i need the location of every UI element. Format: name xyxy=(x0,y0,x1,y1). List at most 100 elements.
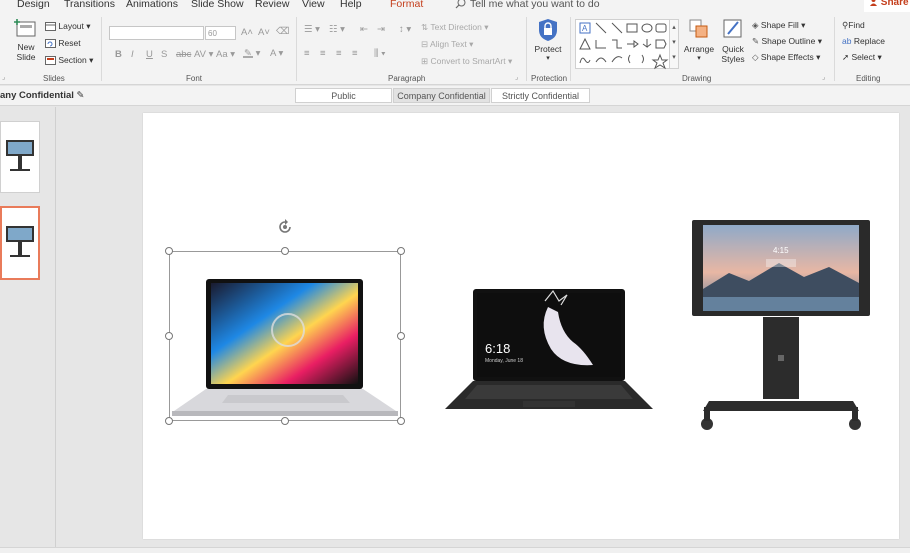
group-divider xyxy=(526,17,527,81)
replace-label: Replace xyxy=(853,36,886,46)
resize-handle-top-right[interactable] xyxy=(397,247,405,255)
person-share-icon xyxy=(870,0,877,6)
resize-handle-bottom-right[interactable] xyxy=(397,417,405,425)
quick-styles-icon xyxy=(723,19,742,38)
tab-transitions[interactable]: Transitions xyxy=(64,0,115,10)
line-spacing-icon[interactable]: ↕ ▾ xyxy=(399,24,411,35)
text-direction-button[interactable]: ⇅ Text Direction ▾ xyxy=(421,22,488,33)
reset-button[interactable]: Reset xyxy=(45,38,81,49)
sensitivity-public-button[interactable]: Public xyxy=(295,88,392,103)
pencil-edit-icon[interactable]: ✎ xyxy=(77,90,85,101)
rotate-handle-icon[interactable] xyxy=(276,218,294,236)
shape-effects-button[interactable]: ◇ Shape Effects ▾ xyxy=(752,52,820,63)
windows-logo-icon xyxy=(778,355,784,361)
protect-button[interactable]: Protect ▾ xyxy=(532,18,564,64)
surface-hub-display-image[interactable]: 4:15 xyxy=(689,219,874,439)
shape-outline-label: Shape Outline xyxy=(761,36,816,46)
sensitivity-strictly-confidential-button[interactable]: Strictly Confidential xyxy=(491,88,590,103)
section-label: Section xyxy=(58,55,87,65)
tab-animations[interactable]: Animations xyxy=(126,0,178,10)
tablet-clock-date: Monday, June 18 xyxy=(485,358,523,364)
slide-thumbnail-1[interactable] xyxy=(0,121,40,193)
clear-format-icon[interactable]: ⌫ xyxy=(276,26,289,37)
chevron-down-icon: ▾ xyxy=(697,55,701,62)
font-name-box[interactable] xyxy=(109,26,204,40)
select-cursor-icon: ➚ xyxy=(842,52,850,62)
resize-handle-bottom[interactable] xyxy=(281,417,289,425)
decrease-indent-icon[interactable]: ⇤ xyxy=(360,24,368,35)
justify-icon[interactable]: ≡ xyxy=(352,48,358,59)
font-color-icon[interactable]: A ▾ xyxy=(270,48,283,59)
tab-help[interactable]: Help xyxy=(340,0,362,10)
layout-button[interactable]: Layout ▾ xyxy=(45,21,91,32)
highlight-color-icon[interactable]: ✎ ▾ xyxy=(242,48,260,59)
slide-thumbnail-2-selected[interactable] xyxy=(0,206,40,280)
find-button[interactable]: ⚲Find xyxy=(842,20,865,31)
hub-clock-time: 4:15 xyxy=(773,246,789,255)
slide[interactable]: 6:18 Monday, June 18 4:15 xyxy=(143,113,899,539)
font-size-box[interactable]: 60 xyxy=(205,26,236,40)
tab-design[interactable]: Design xyxy=(17,0,50,10)
underline-button[interactable]: U xyxy=(146,49,153,60)
shape-fill-button[interactable]: ◈ Shape Fill ▾ xyxy=(752,20,805,31)
align-text-button[interactable]: ⊟ Align Text ▾ xyxy=(421,39,473,50)
shape-effects-icon: ◇ xyxy=(752,52,759,62)
resize-handle-top[interactable] xyxy=(281,247,289,255)
tab-view[interactable]: View xyxy=(302,0,325,10)
reset-icon xyxy=(45,39,56,49)
tab-format[interactable]: Format xyxy=(390,0,423,10)
group-divider xyxy=(834,17,835,81)
replace-button[interactable]: ab Replace xyxy=(842,36,885,46)
resize-handle-top-left[interactable] xyxy=(165,247,173,255)
strikethrough-button[interactable]: abc xyxy=(176,49,191,60)
hub-thumbnail-image xyxy=(6,226,34,257)
shadow-button[interactable]: S xyxy=(161,49,167,60)
font-size-value: 60 xyxy=(208,29,217,38)
char-spacing-label: AV xyxy=(194,49,206,60)
dialog-launcher-icon[interactable]: ⌟ xyxy=(515,73,518,81)
share-button[interactable]: Share xyxy=(864,0,910,12)
align-right-icon[interactable]: ≡ xyxy=(336,48,342,59)
align-center-icon[interactable]: ≡ xyxy=(320,48,326,59)
dialog-launcher-icon[interactable]: ⌟ xyxy=(822,73,825,81)
italic-button[interactable]: I xyxy=(131,49,134,60)
bullets-icon[interactable]: ☰ ▾ xyxy=(304,24,320,35)
tab-slide-show[interactable]: Slide Show xyxy=(191,0,244,10)
ribbon-tabs: Design Transitions Animations Slide Show… xyxy=(0,0,910,13)
increase-indent-icon[interactable]: ⇥ xyxy=(377,24,385,35)
resize-handle-bottom-left[interactable] xyxy=(165,417,173,425)
columns-icon[interactable]: ⫼ ▾ xyxy=(374,48,386,59)
surface-pro-tablet-image[interactable]: 6:18 Monday, June 18 xyxy=(433,287,665,413)
new-slide-icon xyxy=(14,19,36,37)
new-slide-button[interactable]: New Slide xyxy=(10,18,42,62)
font-group-label: Font xyxy=(186,74,203,83)
quick-styles-button[interactable]: Quick Styles xyxy=(716,18,750,64)
gallery-scroll[interactable]: ▴ ▾ ▾ xyxy=(669,19,679,69)
numbering-icon[interactable]: ☷ ▾ xyxy=(329,24,345,35)
section-button[interactable]: Section ▾ xyxy=(45,55,93,66)
resize-handle-left[interactable] xyxy=(165,332,173,340)
grow-font-button[interactable]: A˄ xyxy=(241,27,253,38)
layout-icon xyxy=(45,22,56,32)
smartart-label: Convert to SmartArt xyxy=(430,56,506,66)
section-icon xyxy=(45,56,56,66)
resize-handle-right[interactable] xyxy=(397,332,405,340)
dialog-launcher-icon[interactable]: ⌟ xyxy=(2,73,5,81)
bold-button[interactable]: B xyxy=(115,49,122,60)
align-left-icon[interactable]: ≡ xyxy=(304,48,310,59)
select-button[interactable]: ➚ Select ▾ xyxy=(842,52,882,63)
tab-review[interactable]: Review xyxy=(255,0,289,10)
char-spacing-button[interactable]: AV ▾ xyxy=(194,49,213,60)
change-case-button[interactable]: Aa ▾ xyxy=(216,49,235,60)
shrink-font-button[interactable]: A˅ xyxy=(258,27,270,38)
arrange-button[interactable]: Arrange ▾ xyxy=(682,18,716,64)
select-label: Select xyxy=(851,52,876,62)
slide-thumbnail-pane xyxy=(0,107,56,553)
tell-me-search[interactable]: Tell me what you want to do xyxy=(455,0,600,10)
sensitivity-company-confidential-button[interactable]: Company Confidential xyxy=(393,88,490,103)
shape-outline-button[interactable]: ✎ Shape Outline ▾ xyxy=(752,36,822,47)
paint-bucket-icon: ◈ xyxy=(752,20,759,30)
grow-font-label: A xyxy=(241,27,248,38)
shapes-gallery[interactable]: A xyxy=(575,19,679,70)
convert-smartart-button[interactable]: ⊞ Convert to SmartArt ▾ xyxy=(421,56,512,67)
